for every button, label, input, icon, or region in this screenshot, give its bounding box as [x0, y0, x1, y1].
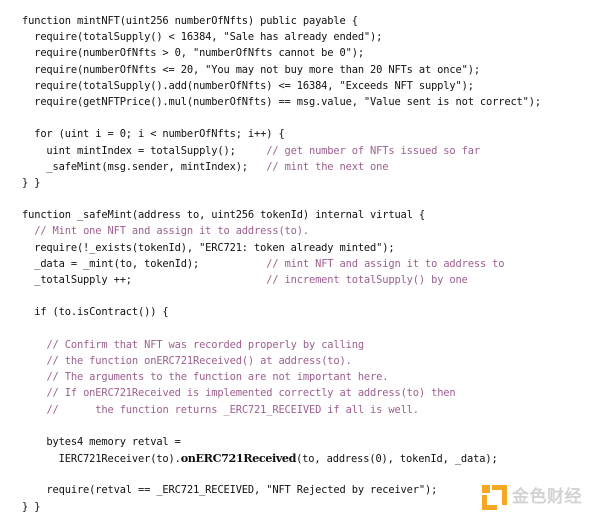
code-line: for (uint i = 0; i < numberOfNfts; i++) …: [0, 126, 600, 142]
code-line: require(totalSupply().add(numberOfNfts) …: [0, 78, 600, 94]
code-text: require(getNFTPrice().mul(numberOfNfts) …: [22, 95, 541, 108]
code-text: require(numberOfNfts <= 20, "You may not…: [22, 63, 480, 76]
code-line: uint mintIndex = totalSupply(); // get n…: [0, 143, 600, 159]
comment-gap: [248, 161, 266, 173]
comment-gap: [236, 145, 267, 157]
code-line: IERC721Receiver(to).onERC721Received(to,…: [0, 450, 600, 466]
code-text: _safeMint(msg.sender, mintIndex);: [22, 160, 248, 173]
code-text: } }: [22, 500, 41, 513]
comment-gap: [22, 387, 46, 399]
code-line: // Confirm that NFT was recorded properl…: [0, 337, 600, 353]
comment-gap: [22, 404, 46, 416]
jinse-finance-logo-icon: [482, 484, 507, 510]
code-line: // the function returns _ERC721_RECEIVED…: [0, 402, 600, 418]
code-text: require(!_exists(tokenId), "ERC721: toke…: [22, 241, 395, 254]
code-text: function mintNFT(uint256 numberOfNfts) p…: [22, 15, 358, 27]
comment-gap: [199, 258, 266, 270]
code-text: require(numberOfNfts > 0, "numberOfNfts …: [22, 47, 364, 60]
code-line: // the function onERC721Received() at ad…: [0, 353, 600, 369]
code-line: require(getNFTPrice().mul(numberOfNfts) …: [0, 94, 600, 110]
code-text: if (to.isContract()) {: [22, 306, 169, 319]
code-text: require(retval == _ERC721_RECEIVED, "NFT…: [22, 484, 438, 497]
code-text: _data = _mint(to, tokenId);: [22, 257, 200, 270]
code-comment: // the function returns _ERC721_RECEIVED…: [46, 403, 419, 416]
code-text: } }: [22, 176, 41, 189]
code-comment: // mint the next one: [266, 160, 389, 173]
comment-gap: [22, 371, 46, 383]
code-line: // The arguments to the function are not…: [0, 369, 600, 385]
code-line: require(numberOfNfts > 0, "numberOfNfts …: [0, 45, 600, 61]
emphasized-identifier: onERC721Received: [180, 451, 297, 466]
watermark-label: 金色财经: [512, 486, 582, 507]
comment-gap: [132, 274, 266, 286]
code-line: if (to.isContract()) {: [0, 304, 600, 320]
code-line: // Mint one NFT and assign it to address…: [0, 223, 600, 239]
code-line: // If onERC721Received is implemented co…: [0, 385, 600, 401]
comment-gap: [22, 355, 46, 367]
code-comment: // Confirm that NFT was recorded properl…: [46, 338, 364, 351]
code-text: bytes4 memory retval =: [22, 435, 181, 448]
code-line: } }: [0, 175, 600, 191]
code-comment: // The arguments to the function are not…: [46, 371, 389, 384]
comment-gap: [22, 339, 46, 351]
code-comment: // the function onERC721Received() at ad…: [46, 354, 352, 367]
code-comment: // Mint one NFT and assign it to address…: [34, 225, 309, 238]
code-text: require(totalSupply().add(numberOfNfts) …: [22, 79, 474, 92]
code-comment: // If onERC721Received is implemented co…: [46, 387, 456, 400]
code-text: require(totalSupply() < 16384, "Sale has…: [22, 31, 383, 44]
comment-gap: [22, 225, 34, 237]
code-line: function _safeMint(address to, uint256 t…: [0, 207, 600, 223]
code-text: function _safeMint(address to, uint256 t…: [22, 209, 425, 222]
watermark: 金色财经: [482, 482, 598, 512]
code-line: _safeMint(msg.sender, mintIndex); // min…: [0, 159, 600, 175]
code-text: for (uint i = 0; i < numberOfNfts; i++) …: [22, 128, 285, 141]
code-text: IERC721Receiver(to).onERC721Received(to,…: [22, 451, 498, 466]
code-line: require(!_exists(tokenId), "ERC721: toke…: [0, 240, 600, 256]
code-line: function mintNFT(uint256 numberOfNfts) p…: [0, 13, 600, 29]
code-text: _totalSupply ++;: [22, 274, 132, 286]
code-line: _data = _mint(to, tokenId); // mint NFT …: [0, 256, 600, 272]
code-line: require(numberOfNfts <= 20, "You may not…: [0, 62, 600, 78]
code-block: function mintNFT(uint256 numberOfNfts) p…: [0, 0, 600, 516]
code-line: _totalSupply ++; // increment totalSuppl…: [0, 272, 600, 288]
code-comment: // increment totalSupply() by one: [266, 274, 468, 286]
code-text: uint mintIndex = totalSupply();: [22, 144, 236, 157]
code-line: bytes4 memory retval =: [0, 434, 600, 450]
code-line: require(totalSupply() < 16384, "Sale has…: [0, 29, 600, 45]
code-comment: // get number of NFTs issued so far: [266, 144, 480, 157]
code-comment: // mint NFT and assign it to address to: [266, 257, 505, 270]
